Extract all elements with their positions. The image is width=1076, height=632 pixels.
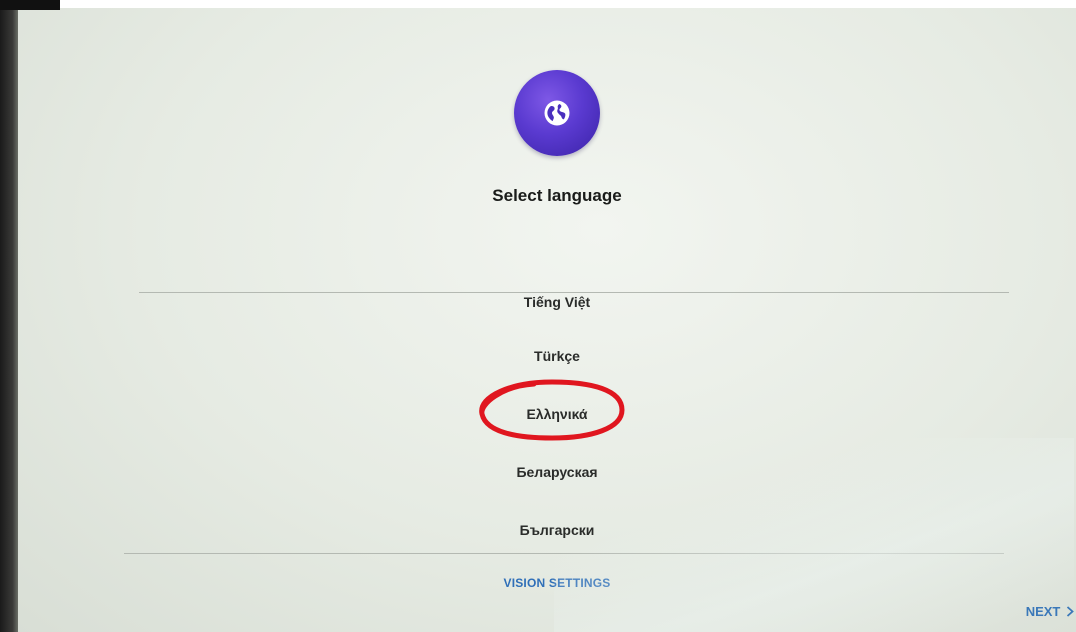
page-title: Select language bbox=[492, 186, 622, 205]
tablet-bezel bbox=[0, 0, 18, 632]
language-option[interactable]: Беларуская bbox=[14, 464, 1076, 480]
setup-screen: Select language Tiếng Việt Türkçe Ελληνι… bbox=[14, 8, 1076, 632]
language-option[interactable]: Türkçe bbox=[14, 348, 1076, 364]
next-button[interactable]: NEXT bbox=[1026, 604, 1074, 619]
tablet-bezel-corner bbox=[0, 0, 60, 10]
language-option[interactable]: Tiếng Việt bbox=[14, 294, 1076, 310]
language-option-greek[interactable]: Ελληνικά bbox=[14, 406, 1076, 422]
chevron-right-icon bbox=[1066, 606, 1074, 617]
globe-icon bbox=[544, 100, 570, 126]
list-divider-top bbox=[139, 292, 1009, 293]
language-globe-badge bbox=[514, 70, 600, 156]
list-divider-bottom bbox=[124, 553, 1004, 554]
next-label: NEXT bbox=[1025, 604, 1061, 619]
vision-settings-link[interactable]: VISION SETTINGS bbox=[14, 576, 1076, 590]
language-option[interactable]: Български bbox=[14, 522, 1076, 538]
photo-frame: Select language Tiếng Việt Türkçe Ελληνι… bbox=[0, 0, 1076, 632]
